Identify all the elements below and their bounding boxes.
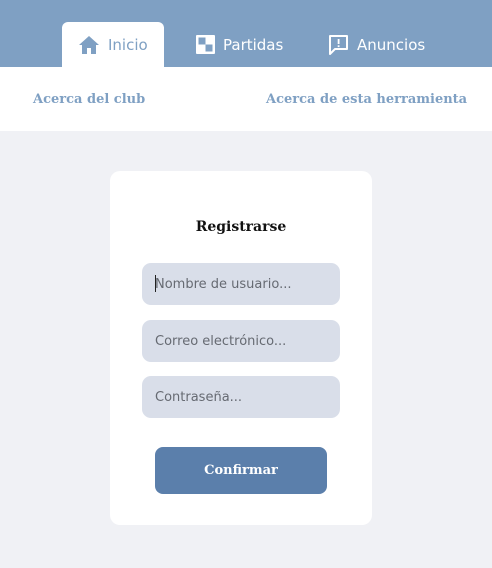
tab-inicio-label: Inicio: [108, 35, 148, 54]
tab-inicio[interactable]: Inicio: [62, 22, 164, 67]
home-icon: [78, 35, 100, 55]
top-navigation-bar: Inicio Partidas Anuncios: [0, 0, 492, 67]
tab-partidas[interactable]: Partidas: [196, 22, 283, 67]
board-icon: [196, 35, 215, 54]
email-input[interactable]: [142, 320, 340, 362]
about-tool-link[interactable]: Acerca de esta herramienta: [266, 92, 467, 107]
register-card: Registrarse Confirmar: [110, 171, 372, 525]
register-title: Registrarse: [195, 219, 287, 235]
tab-anuncios-label: Anuncios: [357, 35, 426, 54]
secondary-navigation: Acerca del club Acerca de esta herramien…: [0, 67, 492, 131]
username-input[interactable]: [142, 263, 340, 305]
announcement-icon: [328, 34, 349, 55]
about-club-link[interactable]: Acerca del club: [33, 92, 145, 107]
password-input[interactable]: [142, 376, 340, 418]
tab-partidas-label: Partidas: [223, 35, 284, 54]
confirm-button[interactable]: Confirmar: [155, 447, 327, 494]
text-cursor: [155, 275, 156, 292]
tab-anuncios[interactable]: Anuncios: [328, 22, 425, 67]
